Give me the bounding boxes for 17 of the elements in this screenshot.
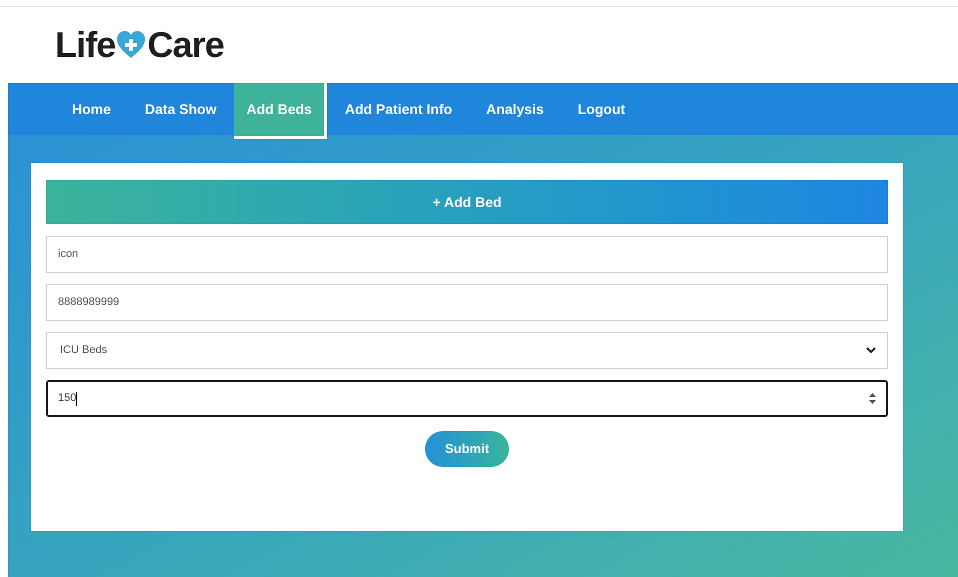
spinner-icon[interactable] [869, 393, 876, 404]
form-header: + Add Bed [46, 180, 888, 224]
input-field[interactable]: 150 [46, 380, 888, 417]
heart-icon [116, 31, 146, 59]
nav-tab[interactable]: Data Show [128, 83, 232, 135]
chevron-down-icon [866, 347, 876, 354]
nav-tab[interactable]: Add Patient Info [328, 83, 468, 135]
dropdown-field[interactable]: ICU Beds [46, 332, 888, 369]
submit-button[interactable]: Submit [424, 431, 510, 467]
nav-tab[interactable]: Home [56, 83, 127, 135]
logo-text: Care [147, 23, 224, 67]
nav-tab[interactable]: Analysis [470, 83, 560, 135]
nav-tab[interactable]: Add Beds [234, 83, 327, 139]
input-field[interactable]: icon [46, 236, 888, 273]
logo-text: Life [55, 23, 116, 67]
input-field[interactable]: 8888989999 [46, 284, 888, 321]
nav-tab[interactable]: Logout [562, 83, 642, 135]
